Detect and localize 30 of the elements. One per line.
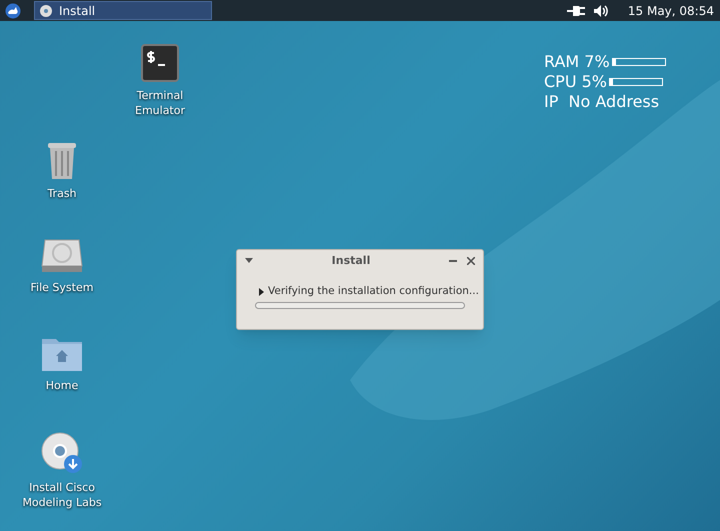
desktop-icon-label: Install Cisco Modeling Labs — [22, 480, 102, 510]
window-menu-icon[interactable] — [245, 258, 253, 264]
disc-icon — [39, 4, 53, 18]
dialog-title: Install — [330, 252, 372, 269]
desktop-icon[interactable]: Home — [12, 336, 112, 393]
desktop-icon-label: Home — [46, 378, 78, 393]
trash-icon — [46, 140, 78, 180]
desktop-icon[interactable]: Terminal Emulator — [110, 44, 210, 118]
speaker-icon[interactable] — [592, 4, 610, 18]
desktop-icon-label: Terminal Emulator — [135, 88, 185, 118]
clock[interactable]: 15 May, 08:54 — [628, 2, 714, 20]
desktop-icon[interactable]: Install Cisco Modeling Labs — [12, 432, 112, 510]
home-folder-icon — [41, 336, 83, 372]
hard-drive-icon — [41, 238, 83, 274]
mouse-logo-icon[interactable] — [4, 2, 22, 18]
close-icon[interactable] — [467, 257, 475, 265]
terminal-icon — [141, 44, 179, 82]
desktop-icon[interactable]: File System — [12, 238, 112, 295]
disc-download-icon — [41, 432, 83, 474]
status-message: Verifying the installation configuration... — [268, 284, 479, 299]
minimize-icon[interactable] — [449, 257, 457, 265]
ip-address-text: IP No Address — [544, 92, 660, 112]
expander-icon[interactable] — [259, 288, 264, 296]
desktop-icon-label: Trash — [47, 186, 77, 201]
meter-label: CPU 5% — [544, 72, 607, 92]
meter-label: RAM 7% — [544, 52, 610, 72]
desktop-icon-label: File System — [30, 280, 94, 295]
desktop-icon[interactable]: Trash — [12, 140, 112, 201]
taskbar-window-button[interactable]: Install — [34, 1, 212, 20]
power-plug-icon[interactable] — [566, 4, 585, 16]
